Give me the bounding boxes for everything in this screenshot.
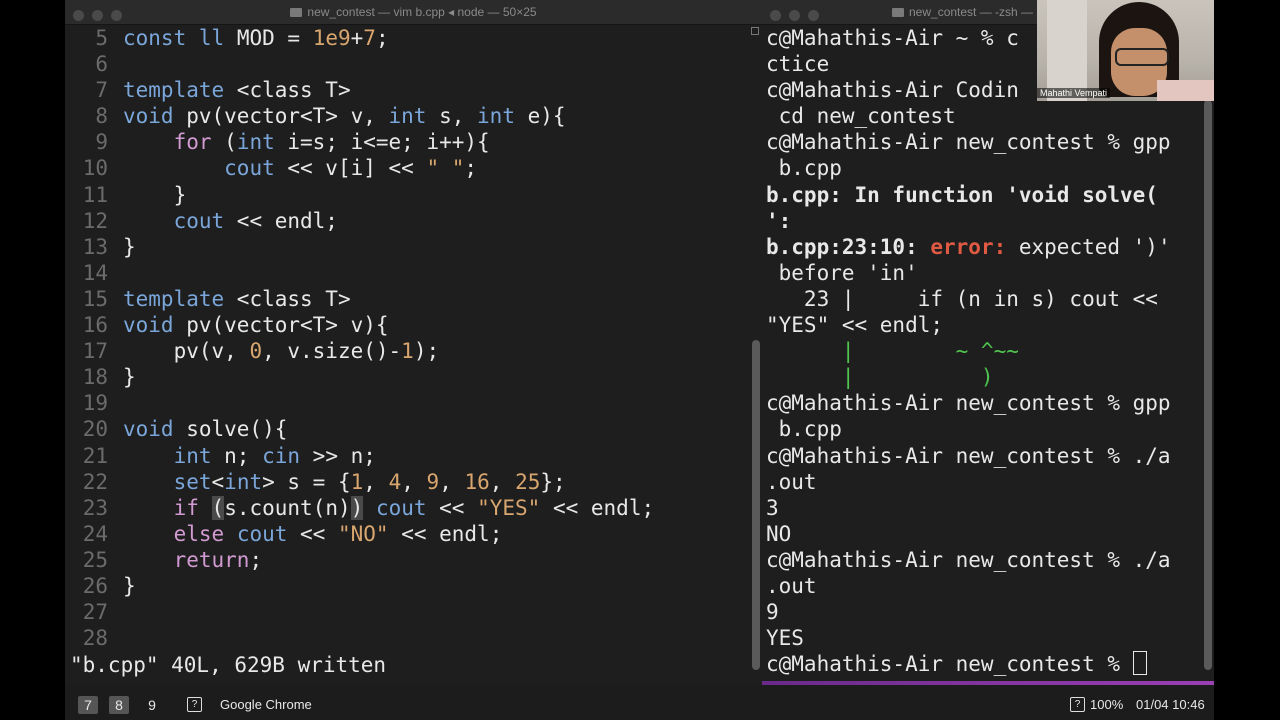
code-line: 24 else cout << "NO" << endl; [82,521,503,546]
vim-code-buffer[interactable]: 5 const ll MOD = 1e9+7; 6 7 template <clas… [65,25,654,651]
code-line: 13} [82,234,136,259]
minimize-button[interactable] [789,10,800,21]
terminal-line: 3 [766,495,779,520]
terminal-line: YES [766,626,804,651]
code-line: 8 void pv(vector<T> v, int s, int e){ [95,104,566,129]
terminal-line: .out [766,573,817,598]
vim-scrollbar[interactable] [752,340,760,670]
code-line: 5 const ll MOD = 1e9+7; [95,26,389,50]
terminal-line: c@Mahathis-Air new_contest % ./a [766,443,1171,468]
code-line: 10 cout << v[i] << " "; [82,156,478,181]
zoom-button[interactable] [808,10,819,21]
terminal-line: before 'in' [766,260,918,285]
terminal-cursor [1132,651,1147,676]
terminal-line: "YES" << endl; [766,313,944,338]
terminal-line: NO [766,521,792,546]
code-line: 20 void solve(){ [82,417,288,442]
webcam-name-label: Mahathi Vempati [1037,88,1111,98]
left-margin [0,0,65,720]
code-line: 18} [82,365,136,390]
code-line: 21 int n; cin >> n; [82,443,376,468]
code-line: 17 pv(v, 0, v.size()-1); [82,339,440,364]
status-bar: 7 8 9 ? Google Chrome ? 100% 01/04 10:46 [65,685,1214,720]
workspace-9[interactable]: 9 [142,696,162,714]
terminal-scrollbar[interactable] [1204,100,1212,670]
code-line: 27 [82,600,108,625]
webcam-background [1047,0,1087,101]
vim-window-title: new_contest — vim b.cpp ◂ node — 50×25 [307,5,537,19]
terminal-line: | ~ ^~~ [766,339,1019,364]
terminal-line: c@Mahathis-Air new_contest % gpp [766,391,1171,416]
clock: 01/04 10:46 [1136,697,1205,712]
code-line: 9 for (int i=s; i<=e; i++){ [95,130,490,155]
code-line: 22 set<int> s = {1, 4, 9, 16, 25}; [82,469,566,494]
terminal-line: b.cpp [766,156,842,181]
workspace-8[interactable]: 8 [109,696,129,714]
right-margin [1214,0,1280,720]
code-line: 25 return; [82,547,263,572]
workspace-7[interactable]: 7 [78,696,98,714]
terminal-line: ': [766,208,792,233]
terminal-line: c@Mahathis-Air new_contest % gpp [766,130,1171,155]
active-app-name: Google Chrome [220,697,312,712]
terminal-line: 23 | if (n in s) cout << [766,286,1158,311]
code-line: 11 } [82,182,187,207]
vim-titlebar[interactable]: new_contest — vim b.cpp ◂ node — 50×25 [65,0,762,25]
terminal-window-title: new_contest — -zsh — 5 [909,5,1044,19]
zoom-level: 100% [1090,697,1124,712]
terminal-line: c@Mahathis-Air new_contest % ./a [766,547,1171,572]
vim-editor-window[interactable]: new_contest — vim b.cpp ◂ node — 50×25 5… [65,0,762,685]
code-line: 19 [82,391,108,416]
scroll-up-arrow-icon[interactable] [751,27,759,35]
question-icon[interactable]: ? [187,697,202,712]
terminal-line: b.cpp: In function 'void solve( [766,182,1158,207]
code-line: 26} [82,573,136,598]
code-line: 23 if (s.count(n)) cout << "YES" << endl… [82,495,655,520]
terminal-error-line: b.cpp:23:10: error: expected ')' [766,234,1171,259]
code-line: 6 [95,52,108,77]
terminal-line: 9 [766,600,779,625]
code-line: 15 template <class T> [82,286,351,311]
close-button[interactable] [770,10,781,21]
code-line: 14 [82,260,108,285]
code-line: 7 template <class T> [95,78,351,103]
terminal-line: cd new_contest [766,104,956,129]
terminal-line: .out [766,469,817,494]
folder-icon [290,8,303,17]
webcam-overlay: Mahathi Vempati [1037,0,1214,101]
terminal-line: | ) [766,365,994,390]
terminal-line: b.cpp [766,417,842,442]
terminal-prompt[interactable]: c@Mahathis-Air new_contest % [766,651,1171,677]
terminal-window[interactable]: new_contest — -zsh — 5 c@Mahathis-Air ~ … [762,0,1214,685]
terminal-output[interactable]: c@Mahathis-Air ~ % c ctice c@Mahathis-Ai… [766,25,1171,677]
code-line: 12 cout << endl; [82,208,338,233]
code-line: 28 [82,626,108,651]
vim-status-line: "b.cpp" 40L, 629B written [70,653,387,677]
code-line: 16 void pv(vector<T> v){ [82,313,389,338]
question-icon[interactable]: ? [1070,697,1085,712]
folder-icon [892,8,904,17]
